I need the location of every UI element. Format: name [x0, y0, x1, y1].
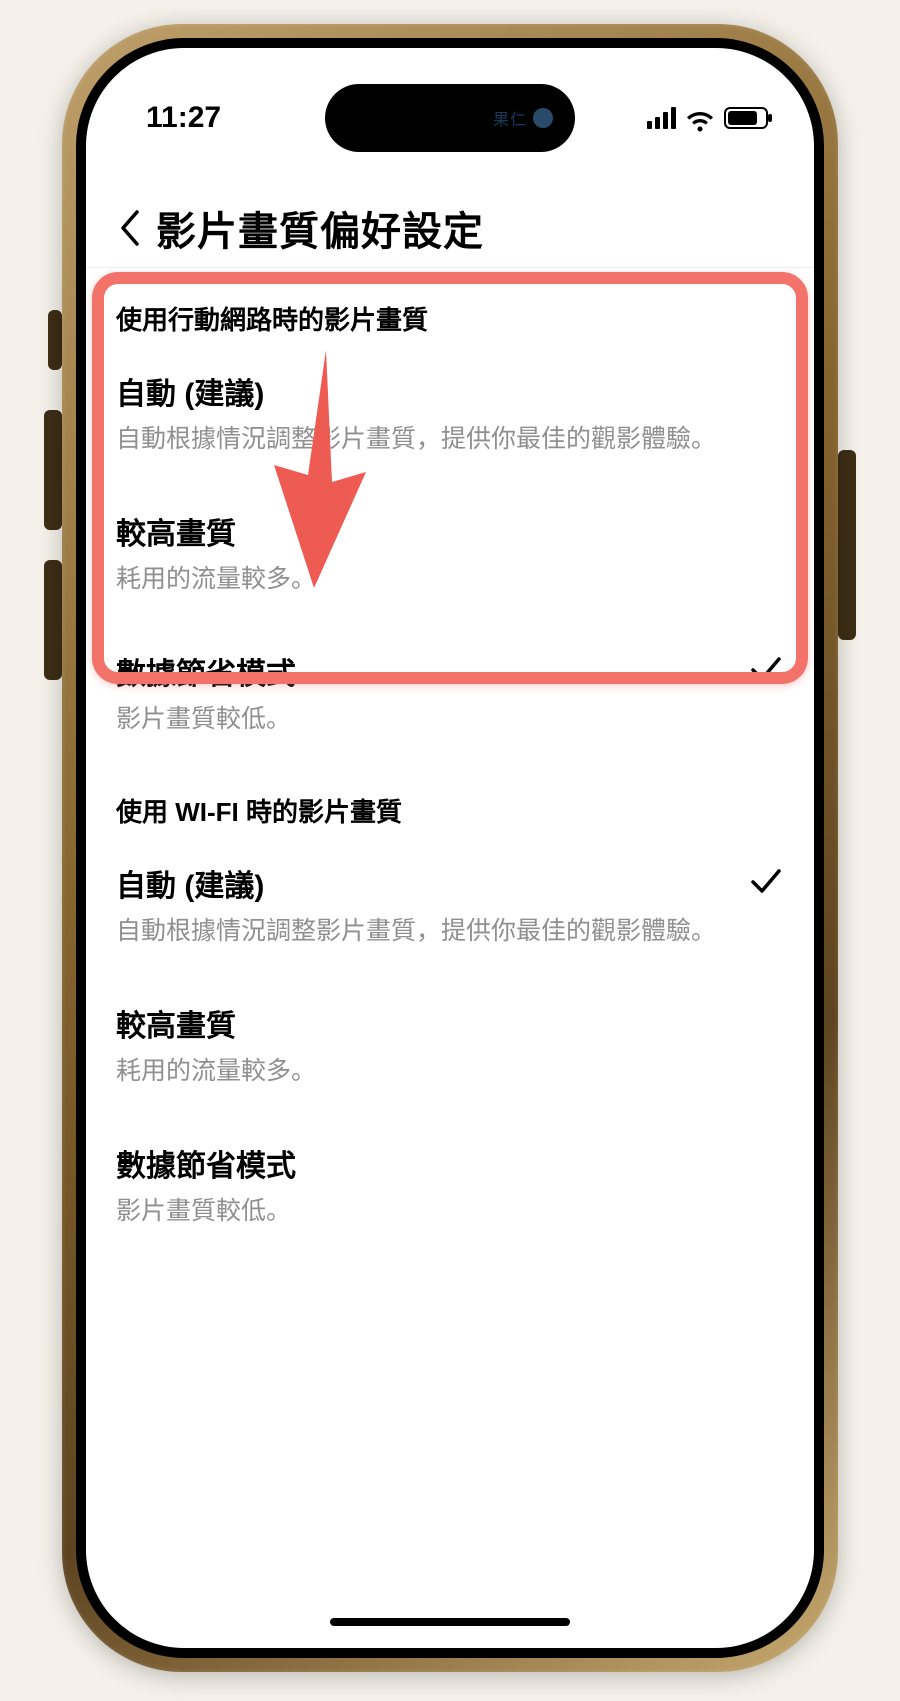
status-time: 11:27 [146, 101, 221, 135]
stage: 11:27 果仁 [0, 0, 900, 1701]
home-indicator[interactable] [330, 1618, 570, 1626]
option-desc: 耗用的流量較多。 [116, 563, 744, 597]
section-wifi: 使用 WI-FI 時的影片畫質 自動 (建議) 自動根據情況調整影片畫質，提供你… [86, 762, 814, 1254]
option-title: 較高畫質 [116, 1001, 744, 1045]
option-title: 數據節省模式 [116, 649, 744, 693]
option-title: 自動 (建議) [116, 369, 744, 413]
option-wifi-high[interactable]: 較高畫質 耗用的流量較多。 [86, 975, 814, 1115]
navbar: 影片畫質偏好設定 [86, 188, 814, 268]
back-button[interactable] [110, 208, 150, 248]
option-mobile-data-saver[interactable]: 數據節省模式 影片畫質較低。 [86, 623, 814, 763]
checkmark-icon [748, 651, 784, 687]
wifi-icon [686, 107, 714, 129]
page-title: 影片畫質偏好設定 [156, 199, 484, 257]
checkmark-icon [748, 863, 784, 899]
phone-bezel: 11:27 果仁 [76, 38, 824, 1658]
section-mobile: 使用行動網路時的影片畫質 自動 (建議) 自動根據情況調整影片畫質，提供你最佳的… [86, 270, 814, 762]
section-header-wifi: 使用 WI-FI 時的影片畫質 [86, 770, 814, 835]
volume-down-button[interactable] [44, 560, 62, 680]
power-button[interactable] [838, 450, 856, 640]
option-wifi-data-saver[interactable]: 數據節省模式 影片畫質較低。 [86, 1115, 814, 1255]
mute-switch[interactable] [48, 310, 62, 370]
chevron-left-icon [119, 210, 141, 246]
option-desc: 耗用的流量較多。 [116, 1055, 744, 1089]
cellular-icon [647, 107, 676, 129]
option-desc: 影片畫質較低。 [116, 703, 744, 737]
content[interactable]: 使用行動網路時的影片畫質 自動 (建議) 自動根據情況調整影片畫質，提供你最佳的… [86, 270, 814, 1648]
option-mobile-auto[interactable]: 自動 (建議) 自動根據情況調整影片畫質，提供你最佳的觀影體驗。 [86, 343, 814, 483]
screen: 11:27 果仁 [86, 48, 814, 1648]
island-label: 果仁 [493, 106, 527, 130]
status-right [647, 107, 768, 129]
section-header-mobile: 使用行動網路時的影片畫質 [86, 278, 814, 343]
option-title: 較高畫質 [116, 509, 744, 553]
option-desc: 影片畫質較低。 [116, 1195, 744, 1229]
battery-icon [724, 107, 768, 129]
phone-frame: 11:27 果仁 [62, 24, 838, 1672]
volume-up-button[interactable] [44, 410, 62, 530]
island-dot-icon [533, 108, 553, 128]
dynamic-island: 果仁 [325, 84, 575, 152]
option-mobile-high[interactable]: 較高畫質 耗用的流量較多。 [86, 483, 814, 623]
option-desc: 自動根據情況調整影片畫質，提供你最佳的觀影體驗。 [116, 915, 744, 949]
option-title: 數據節省模式 [116, 1141, 744, 1185]
option-wifi-auto[interactable]: 自動 (建議) 自動根據情況調整影片畫質，提供你最佳的觀影體驗。 [86, 835, 814, 975]
option-title: 自動 (建議) [116, 861, 744, 905]
option-desc: 自動根據情況調整影片畫質，提供你最佳的觀影體驗。 [116, 423, 744, 457]
